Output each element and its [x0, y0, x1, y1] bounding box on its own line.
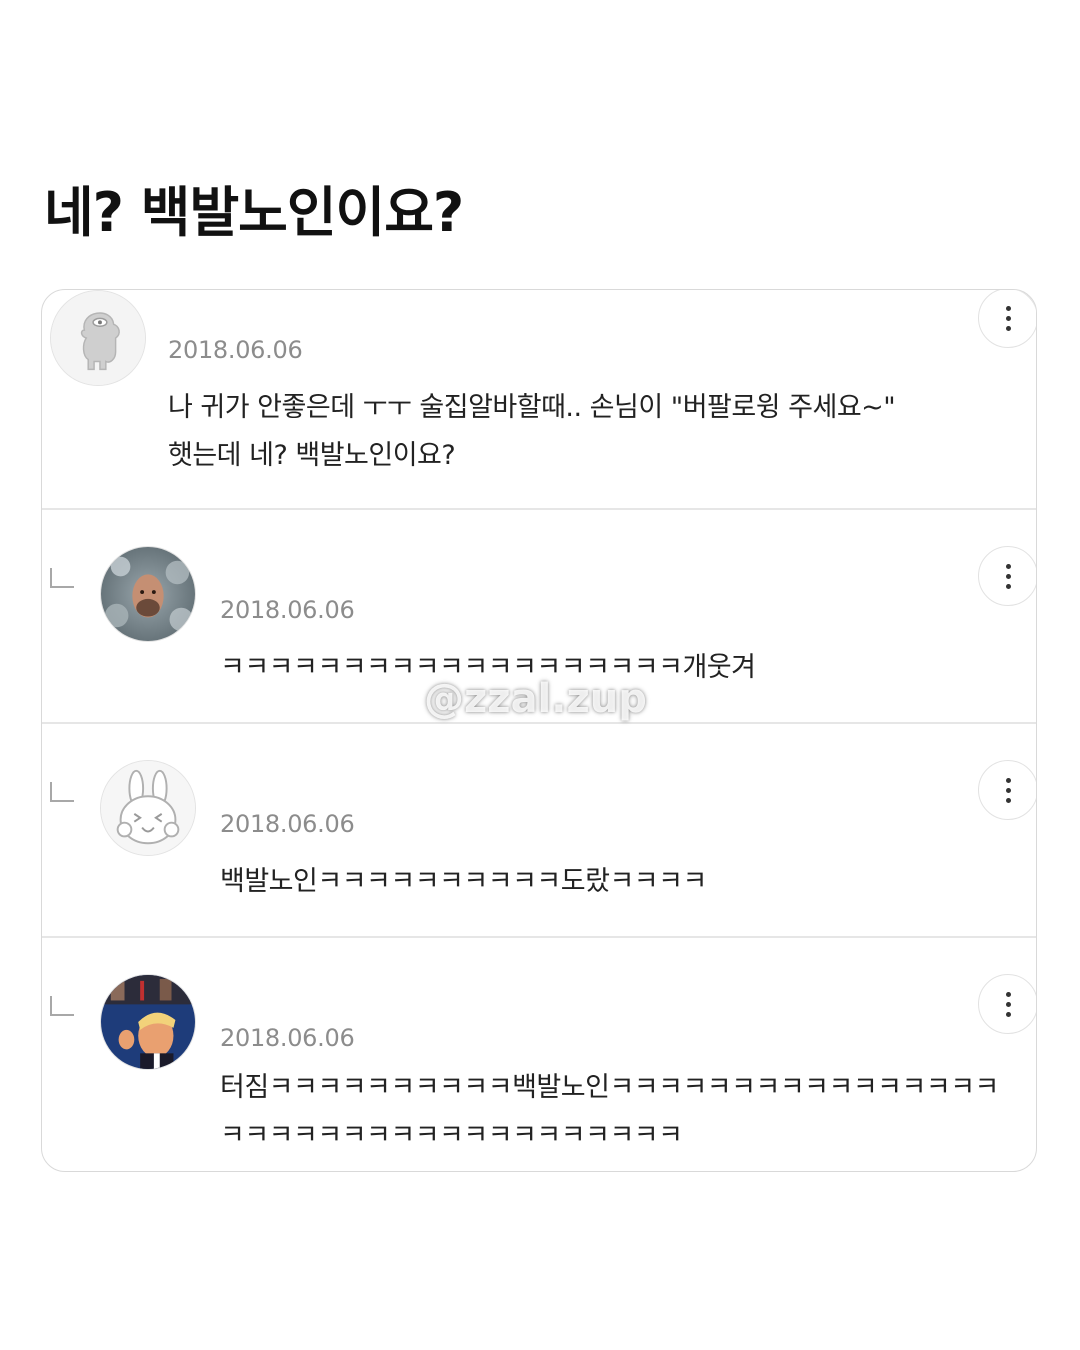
more-options-button[interactable]: [978, 760, 1036, 820]
comment-text: 터짐ㅋㅋㅋㅋㅋㅋㅋㅋㅋㅋ백발노인ㅋㅋㅋㅋㅋㅋㅋㅋㅋㅋㅋㅋㅋㅋㅋㅋ ㅋㅋㅋㅋㅋㅋㅋ…: [220, 1072, 999, 1151]
comment-date: 2018.06.06: [220, 1024, 355, 1052]
comment-item: 2018.06.06 백발노인ㅋㅋㅋㅋㅋㅋㅋㅋㅋㅋ도랐ㅋㅋㅋㅋ: [42, 724, 1036, 936]
comment-item: 2018.06.06 나 귀가 안좋은데 ㅜㅜ 술집알바할때.. 손님이 "버팔…: [42, 290, 1036, 508]
more-vertical-icon: [1005, 563, 1011, 589]
avatar[interactable]: [100, 974, 196, 1070]
comment-date: 2018.06.06: [220, 810, 355, 838]
comment-text: 백발노인ㅋㅋㅋㅋㅋㅋㅋㅋㅋㅋ도랐ㅋㅋㅋㅋ: [220, 866, 707, 897]
comment-text: 나 귀가 안좋은데 ㅜㅜ 술집알바할때.. 손님이 "버팔로윙 주세요~" 햇는…: [168, 392, 896, 471]
more-options-button[interactable]: [978, 290, 1036, 348]
more-vertical-icon: [1005, 777, 1011, 803]
comment-list: 2018.06.06 나 귀가 안좋은데 ㅜㅜ 술집알바할때.. 손님이 "버팔…: [41, 289, 1037, 1172]
watermark: @zzal.zup: [424, 676, 647, 722]
photo-avatar-icon: [101, 547, 195, 641]
avatar[interactable]: [50, 290, 146, 386]
more-vertical-icon: [1005, 991, 1011, 1017]
post-title: 네? 백발노인이요?: [44, 181, 464, 244]
character-avatar-icon: [51, 291, 145, 385]
photo-avatar-icon: [101, 975, 195, 1069]
reply-arrow-icon: [50, 996, 74, 1016]
avatar[interactable]: [100, 546, 196, 642]
more-options-button[interactable]: [978, 974, 1036, 1034]
comment-date: 2018.06.06: [168, 336, 303, 364]
avatar[interactable]: [100, 760, 196, 856]
more-options-button[interactable]: [978, 546, 1036, 606]
comment-date: 2018.06.06: [220, 596, 355, 624]
more-vertical-icon: [1005, 305, 1011, 331]
reply-arrow-icon: [50, 782, 74, 802]
comment-item: 2018.06.06 터짐ㅋㅋㅋㅋㅋㅋㅋㅋㅋㅋ백발노인ㅋㅋㅋㅋㅋㅋㅋㅋㅋㅋㅋㅋㅋ…: [42, 938, 1036, 1171]
reply-arrow-icon: [50, 568, 74, 588]
rabbit-avatar-icon: [101, 761, 195, 855]
